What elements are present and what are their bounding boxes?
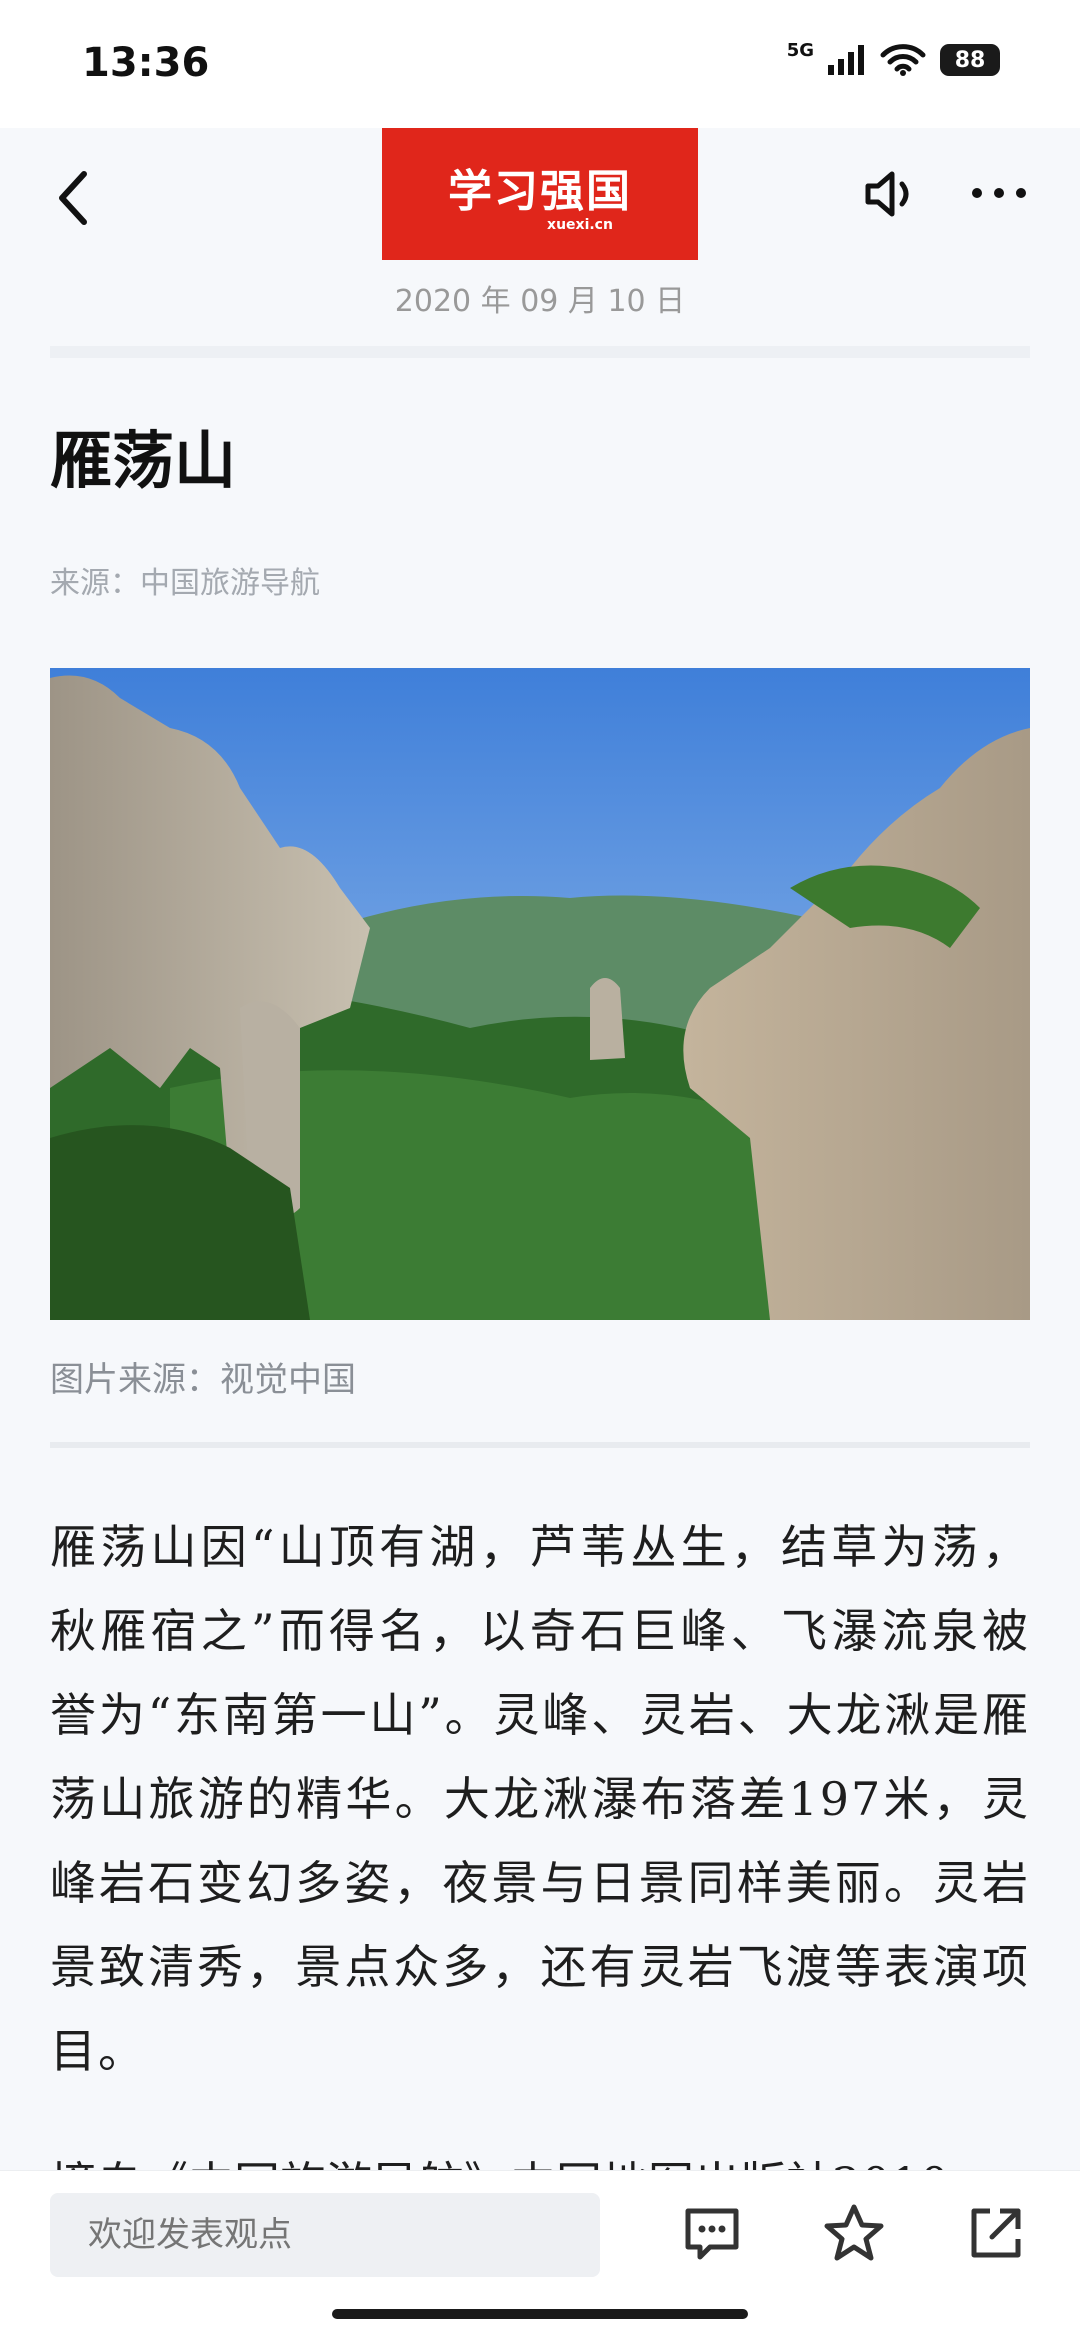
share-icon[interactable] <box>964 2201 1028 2265</box>
logo-text: 学习强国 <box>448 166 632 217</box>
mountain-landscape-image <box>50 668 1030 1320</box>
comment-input[interactable] <box>50 2193 600 2277</box>
wifi-icon <box>880 44 926 76</box>
network-label: 5G <box>786 39 814 61</box>
more-dots-icon[interactable] <box>972 188 1026 198</box>
star-icon[interactable] <box>822 2201 886 2265</box>
article-title: 雁荡山 <box>50 424 237 497</box>
signal-icon <box>828 45 864 75</box>
bottom-action-bar <box>0 2170 1080 2340</box>
divider <box>50 1442 1030 1448</box>
app-logo: 学习强国 xuexi.cn <box>382 128 698 260</box>
comment-icon[interactable] <box>680 2201 744 2265</box>
divider <box>50 346 1030 358</box>
home-indicator[interactable] <box>332 2309 748 2319</box>
article-source: 来源：中国旅游导航 <box>50 566 320 601</box>
article-image[interactable] <box>50 668 1030 1320</box>
speaker-icon[interactable] <box>862 164 922 224</box>
battery-indicator: 88 <box>940 44 1000 76</box>
logo-sub: xuexi.cn <box>547 217 613 233</box>
status-time: 13:36 <box>82 40 210 86</box>
chevron-left-icon[interactable] <box>52 166 96 230</box>
image-caption: 图片来源：视觉中国 <box>50 1360 356 1400</box>
status-bar: 13:36 5G 88 <box>0 0 1080 128</box>
status-icons: 5G 88 <box>787 40 1000 76</box>
article-paragraph: 雁荡山因“山顶有湖，芦苇丛生，结草为荡，秋雁宿之”而得名，以奇石巨峰、飞瀑流泉被… <box>50 1520 1030 2078</box>
article-header: 学习强国 xuexi.cn 2020 年 09 月 10 日 <box>0 128 1080 328</box>
publish-date: 2020 年 09 月 10 日 <box>394 284 686 319</box>
